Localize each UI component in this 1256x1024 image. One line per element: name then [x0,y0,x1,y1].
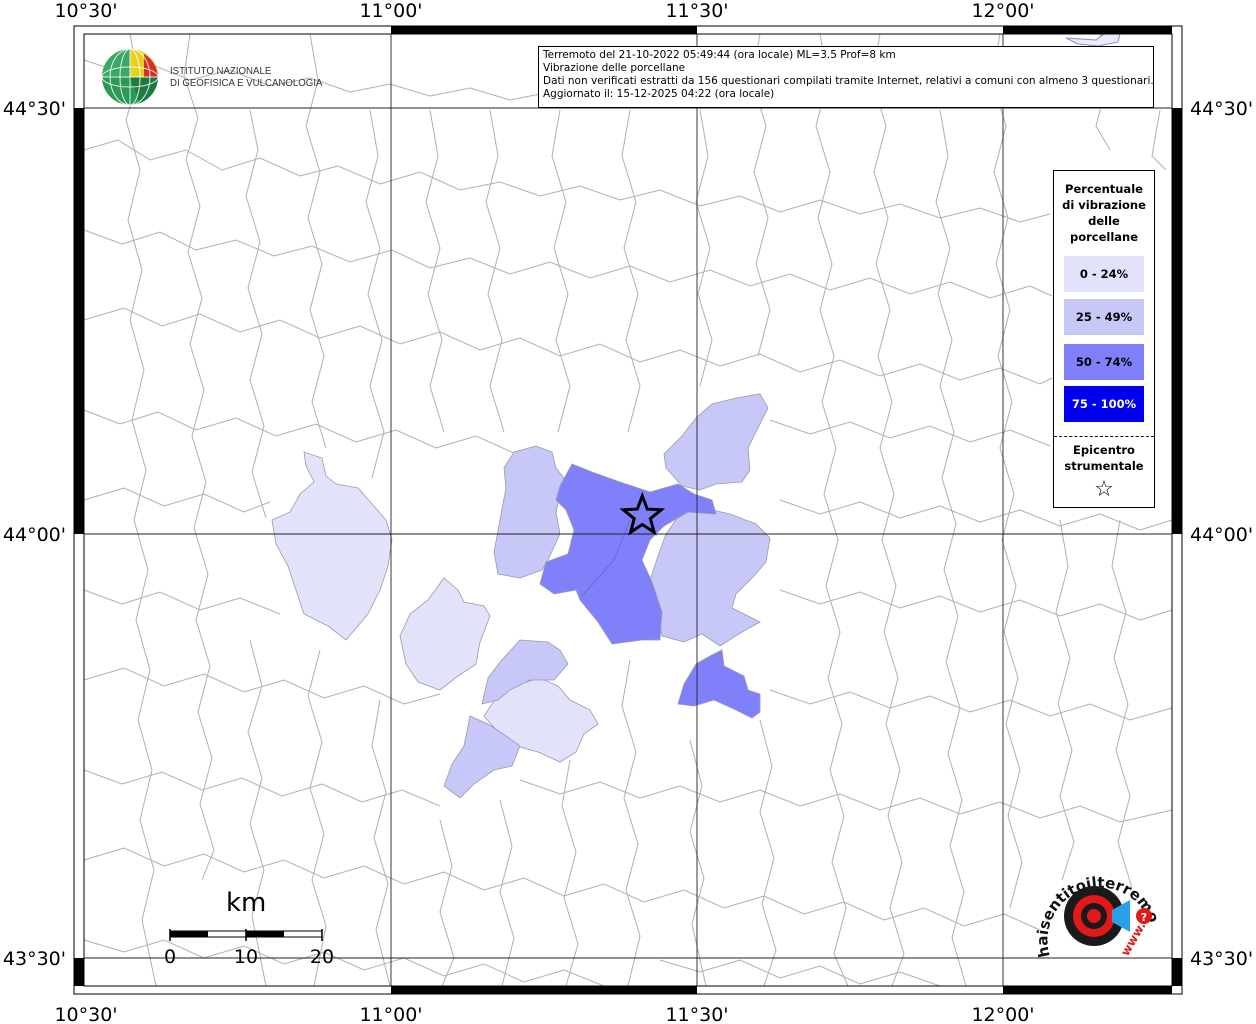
map-legend: Percentuale di vibrazione delle porcella… [1053,170,1155,508]
legend-item-50-74: 50 - 74% [1064,344,1144,380]
ingv-logo-text: ISTITUTO NAZIONALE DI GEOFISICA E VULCAN… [170,65,323,89]
longitude-labels-top: 10°30' 11°00' 11°30' 12°00' [54,0,1034,22]
lat-tick-label: 44°30' [1190,98,1253,120]
legend-divider [1054,436,1154,437]
lat-tick-label: 43°30' [1190,948,1253,970]
data-note: Dati non verificati estratti da 156 ques… [543,75,1154,87]
legend-item-25-49: 25 - 49% [1064,299,1144,335]
latitude-labels-right: 44°30' 44°00' 43°30' [1190,98,1253,970]
scale-label: 10 [234,946,258,968]
ingv-globe-icon [101,48,159,106]
scale-unit: km [226,888,267,918]
ingv-logo: ISTITUTO NAZIONALE DI GEOFISICA E VULCAN… [100,46,330,110]
latitude-labels-left: 44°30' 44°00' 43°30' [3,98,66,970]
legend-item-75-100: 75 - 100% [1064,386,1144,422]
longitude-labels-bottom: 10°30' 11°00' 11°30' 12°00' [54,1004,1034,1024]
map-subject: Vibrazione delle porcellane [543,62,686,74]
legend-star-icon: ☆ [1094,477,1114,502]
lat-tick-label: 43°30' [3,948,66,970]
legend-title: Percentuale di vibrazione delle porcella… [1062,182,1146,244]
update-time: Aggiornato il: 15-12-2025 04:22 (ora loc… [543,88,775,100]
event-details: Terremoto del 21-10-2022 05:49:44 (ora l… [543,49,896,61]
legend-item-0-24: 0 - 24% [1064,256,1144,292]
hai-sentito-stamp[interactable]: haisentitoilterremoto.it ? www. [1032,866,1172,986]
lon-tick-label: 11°30' [665,1004,728,1024]
lon-tick-label: 11°30' [665,0,728,22]
lon-tick-label: 12°00' [971,1004,1034,1024]
svg-text:?: ? [1141,911,1147,924]
legend-epicenter-label: Epicentro strumentale [1064,443,1144,473]
lon-tick-label: 10°30' [54,1004,117,1024]
lon-tick-label: 10°30' [54,0,117,22]
lat-tick-label: 44°00' [3,524,66,546]
scale-label: 20 [310,946,334,968]
lon-tick-label: 11°00' [359,1004,422,1024]
lat-tick-label: 44°00' [1190,524,1253,546]
lon-tick-label: 11°00' [359,0,422,22]
event-info-box: Terremoto del 21-10-2022 05:49:44 (ora l… [538,46,1154,108]
scale-label: 0 [164,946,176,968]
lat-tick-label: 44°30' [3,98,66,120]
lon-tick-label: 12°00' [971,0,1034,22]
